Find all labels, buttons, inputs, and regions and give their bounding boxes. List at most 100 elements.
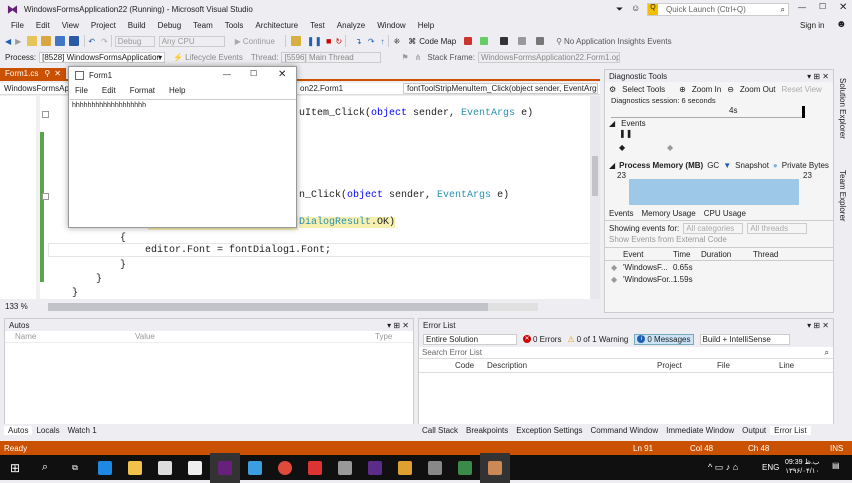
misc-icon-6[interactable]: ⚑ — [401, 53, 408, 62]
form-menu-file[interactable]: File — [75, 86, 88, 95]
error-col-code[interactable]: Code — [455, 361, 487, 370]
store-icon[interactable] — [150, 453, 180, 483]
messages-filter[interactable]: i0 Messages — [634, 333, 694, 345]
lifecycle-button[interactable]: Lifecycle Events — [185, 53, 243, 62]
notifications-icon[interactable]: ▤ — [832, 461, 840, 470]
error-col-file[interactable]: File — [717, 361, 779, 370]
app-icon-5[interactable] — [390, 453, 420, 483]
external-code-toggle[interactable]: Show Events from External Code — [605, 235, 833, 247]
error-panel-buttons[interactable]: ▾ ⊞ ✕ — [807, 321, 829, 330]
errors-filter[interactable]: ✕ 0 Errors — [523, 335, 561, 344]
error-search-icon[interactable]: ⌕ — [825, 348, 829, 358]
tray-icons[interactable]: ^ ▭ ♪ ⌂ — [708, 462, 738, 473]
autos-col-value[interactable]: Value — [135, 332, 375, 341]
warnings-filter[interactable]: ⚠ 0 of 1 Warning — [567, 335, 628, 344]
select-tools-icon[interactable]: ⚙ — [609, 85, 616, 94]
menu-project[interactable]: Project — [85, 21, 122, 30]
vertical-scrollbar[interactable] — [590, 96, 600, 299]
menu-file[interactable]: File — [5, 21, 30, 30]
scope-select[interactable]: Entire Solution — [423, 333, 517, 345]
zoom-level[interactable]: 133 % — [5, 302, 28, 311]
form-menu-format[interactable]: Format — [130, 86, 155, 95]
back-icon[interactable]: ◀ — [5, 37, 11, 46]
diag-tab-cpu-usage[interactable]: CPU Usage — [704, 209, 746, 218]
account-icon[interactable]: ☻ — [836, 19, 847, 30]
app-icon-3[interactable] — [330, 453, 360, 483]
solution-explorer-tab[interactable]: Solution Explorer — [838, 78, 847, 139]
menu-tools[interactable]: Tools — [219, 21, 250, 30]
undo-icon[interactable]: ↶ — [88, 37, 95, 46]
misc-icon-7[interactable]: ⋔ — [415, 53, 422, 62]
pause-icon[interactable]: ❚❚ — [307, 36, 322, 47]
start-button[interactable]: ⊞ — [0, 453, 30, 483]
menu-team[interactable]: Team — [187, 21, 219, 30]
error-col-project[interactable]: Project — [657, 361, 717, 370]
menu-help[interactable]: Help — [412, 21, 440, 30]
diag-col-time[interactable]: Time — [673, 250, 701, 259]
form-minimize-button[interactable]: — — [223, 70, 231, 79]
zoom-out-button[interactable]: Zoom Out — [740, 85, 776, 94]
step-out-icon[interactable]: ↑ — [381, 37, 385, 46]
thread-filter[interactable]: All threads — [747, 222, 808, 234]
code-map-button[interactable]: Code Map — [419, 37, 456, 46]
team-explorer-tab[interactable]: Team Explorer — [838, 170, 847, 222]
diag-col-duration[interactable]: Duration — [701, 250, 753, 259]
bottom-tab-immediate-window[interactable]: Immediate Window — [662, 426, 738, 435]
mail-icon[interactable] — [180, 453, 210, 483]
diag-tab-events[interactable]: Events — [609, 209, 633, 218]
step-over-icon[interactable]: ↷ — [368, 37, 375, 46]
member-nav-dropdown[interactable]: fontToolStripMenuItem_Click(object sende… — [403, 83, 598, 94]
event-row[interactable]: ◆ 'WindowsF... 0.65s — [605, 261, 833, 273]
autos-col-name[interactable]: Name — [15, 332, 135, 341]
visual-studio-icon[interactable] — [210, 452, 240, 483]
form-menu-help[interactable]: Help — [169, 86, 185, 95]
quick-launch-box[interactable]: Q Quick Launch (Ctrl+Q) ⌕ — [647, 3, 789, 16]
form-menu-edit[interactable]: Edit — [102, 86, 116, 95]
thread-select[interactable]: [5596] Main Thread — [281, 51, 382, 63]
zoom-in-button[interactable]: Zoom In — [692, 85, 721, 94]
restart-icon[interactable]: ↻ — [335, 37, 342, 46]
config-select[interactable]: Debug — [114, 35, 155, 47]
editor-textbox[interactable]: hhhhhhhhhhhhhhhhhhh — [70, 99, 296, 227]
maximize-button[interactable]: ☐ — [819, 2, 826, 11]
menu-view[interactable]: View — [56, 21, 85, 30]
app-icon-6[interactable] — [420, 453, 450, 483]
menu-test[interactable]: Test — [304, 21, 331, 30]
minimize-button[interactable]: — — [798, 3, 806, 12]
app-icon-8[interactable] — [480, 452, 510, 483]
autos-col-type[interactable]: Type — [375, 332, 392, 341]
feedback-icon[interactable]: ☺ — [631, 3, 640, 13]
redo-icon[interactable]: ↷ — [101, 37, 108, 46]
code-map-icon[interactable]: ⌘ — [408, 37, 416, 46]
autos-panel-buttons[interactable]: ▾ ⊞ ✕ — [387, 321, 409, 330]
search-taskbar-icon[interactable]: ⌕ — [30, 453, 60, 483]
bottom-tab-call-stack[interactable]: Call Stack — [418, 426, 462, 435]
menu-edit[interactable]: Edit — [30, 21, 56, 30]
hex-icon[interactable]: ⁜ — [394, 37, 401, 46]
misc-icon-4[interactable] — [518, 37, 527, 45]
form-close-button[interactable]: ✕ — [278, 69, 286, 80]
app-icon-7[interactable] — [450, 453, 480, 483]
app-icon-2[interactable] — [300, 453, 330, 483]
misc-icon-3[interactable] — [500, 37, 509, 45]
clock[interactable]: 09:39 ب.ظ ۱۳۹۶/۰۴/۱۰ — [785, 458, 819, 476]
diag-col-thread[interactable]: Thread — [753, 250, 793, 259]
error-col-description[interactable]: Description — [487, 361, 657, 370]
insights-text[interactable]: No Application Insights Events — [564, 37, 672, 46]
bottom-tab-error-list[interactable]: Error List — [770, 426, 811, 435]
edge-icon[interactable] — [90, 453, 120, 483]
menu-debug[interactable]: Debug — [152, 21, 188, 30]
bottom-tab-command-window[interactable]: Command Window — [587, 426, 663, 435]
category-filter[interactable]: All categories — [683, 222, 744, 234]
error-search-input[interactable]: Search Error List — [422, 348, 482, 357]
diag-tab-memory-usage[interactable]: Memory Usage — [641, 209, 695, 218]
explorer-icon[interactable] — [120, 453, 150, 483]
debug-icon[interactable] — [290, 36, 301, 46]
collapse-icon[interactable] — [42, 193, 49, 200]
stack-frame-select[interactable]: WindowsFormsApplication22.Form1.open — [477, 51, 620, 63]
misc-icon-5[interactable] — [536, 37, 545, 45]
zoom-out-icon[interactable]: ⊖ — [727, 85, 734, 94]
app-icon-4[interactable] — [360, 453, 390, 483]
autos-tab-locals[interactable]: Locals — [32, 426, 63, 435]
continue-button[interactable]: Continue — [243, 37, 275, 46]
